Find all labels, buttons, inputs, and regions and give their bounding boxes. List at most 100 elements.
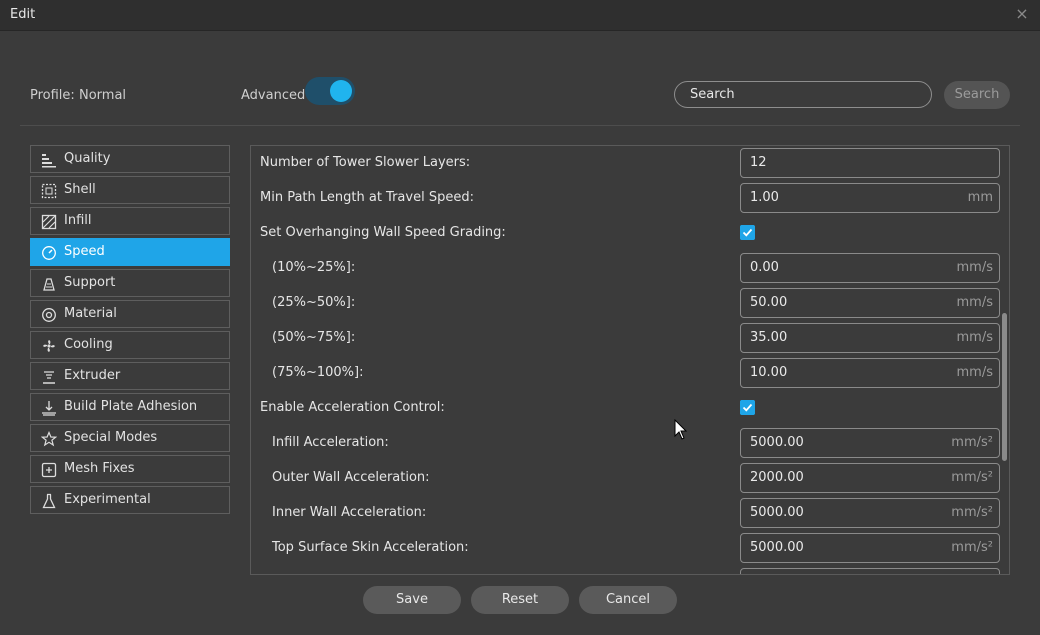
scrollbar-thumb[interactable]: [1002, 313, 1007, 461]
search-button[interactable]: Search: [944, 81, 1010, 109]
sidebar-item-label: Quality: [64, 151, 111, 166]
setting-label: Infill Acceleration:: [272, 435, 389, 450]
extruder-icon: [43, 371, 55, 384]
setting-input[interactable]: 5000.00 mm/s²: [740, 498, 1000, 528]
setting-row: Min Path Length at Travel Speed: 1.00 mm: [251, 181, 1000, 216]
window-title: Edit: [10, 7, 36, 22]
header-divider: [20, 125, 1020, 126]
sidebar-item-label: Speed: [64, 244, 105, 259]
setting-input[interactable]: 5000.00 mm/s²: [740, 428, 1000, 458]
star-icon: [41, 431, 57, 447]
sidebar-item-cooling[interactable]: Cooling: [30, 331, 230, 359]
sidebar-item-build-plate-adhesion[interactable]: Build Plate Adhesion: [30, 393, 230, 421]
setting-label: Number of Tower Slower Layers:: [260, 155, 471, 170]
setting-row: (10%~25%]: 0.00 mm/s: [251, 251, 1000, 286]
setting-label: Set Overhanging Wall Speed Grading:: [260, 225, 506, 240]
sidebar-item-label: Special Modes: [64, 430, 158, 445]
setting-value: 5000.00: [750, 435, 804, 450]
setting-label: Outer Wall Acceleration:: [272, 470, 430, 485]
sidebar-item-experimental[interactable]: Experimental: [30, 486, 230, 514]
setting-row: Enable Acceleration Control:: [251, 391, 996, 426]
setting-unit: mm/s²: [951, 540, 993, 555]
setting-row: Infill Acceleration: 5000.00 mm/s²: [251, 426, 1000, 461]
advanced-label: Advanced: [241, 88, 306, 103]
setting-checkbox[interactable]: [740, 400, 755, 415]
setting-input[interactable]: 35.00 mm/s: [740, 323, 1000, 353]
setting-value: 50.00: [750, 295, 788, 310]
support-icon: [43, 278, 55, 291]
setting-row: Number of Tower Slower Layers: 12: [251, 146, 1000, 181]
mesh-fix-icon: [41, 462, 57, 478]
profile-label: Profile:: [30, 88, 75, 103]
setting-label: (10%~25%]:: [272, 260, 356, 275]
setting-label: (75%~100%]:: [272, 365, 364, 380]
setting-row: Outer Wall Acceleration: 2000.00 mm/s²: [251, 461, 1000, 496]
search-input[interactable]: [674, 81, 932, 108]
setting-value: 5000.00: [750, 540, 804, 555]
setting-input[interactable]: 50.00 mm/s: [740, 288, 1000, 318]
setting-row: (25%~50%]: 50.00 mm/s: [251, 286, 1000, 321]
material-icon: [42, 308, 56, 322]
sidebar-item-label: Mesh Fixes: [64, 461, 135, 476]
sidebar-item-infill[interactable]: Infill: [30, 207, 230, 235]
setting-input[interactable]: [740, 568, 1000, 574]
reset-button[interactable]: Reset: [471, 586, 569, 614]
sidebar-item-speed[interactable]: Speed: [30, 238, 230, 266]
sidebar-item-shell[interactable]: Shell: [30, 176, 230, 204]
setting-unit: mm/s: [956, 365, 993, 380]
close-icon[interactable]: ×: [1014, 6, 1030, 22]
sidebar-item-label: Extruder: [64, 368, 121, 383]
setting-row: Inner Wall Acceleration: 5000.00 mm/s²: [251, 496, 1000, 531]
sidebar-item-material[interactable]: Material: [30, 300, 230, 328]
advanced-toggle[interactable]: [305, 77, 355, 105]
setting-label: Min Path Length at Travel Speed:: [260, 190, 474, 205]
cancel-button[interactable]: Cancel: [579, 586, 677, 614]
setting-unit: mm/s: [956, 330, 993, 345]
setting-input[interactable]: 5000.00 mm/s²: [740, 533, 1000, 563]
setting-row: Set Overhanging Wall Speed Grading:: [251, 216, 996, 251]
setting-input[interactable]: 2000.00 mm/s²: [740, 463, 1000, 493]
build-plate-icon: [42, 401, 56, 416]
infill-icon: [41, 214, 57, 230]
setting-input[interactable]: 10.00 mm/s: [740, 358, 1000, 388]
setting-value: 1.00: [750, 190, 779, 205]
title-bar: Edit ×: [0, 0, 1040, 31]
setting-row: (75%~100%]: 10.00 mm/s: [251, 356, 1000, 391]
save-button[interactable]: Save: [363, 586, 461, 614]
setting-label: (50%~75%]:: [272, 330, 356, 345]
sidebar-item-mesh-fixes[interactable]: Mesh Fixes: [30, 455, 230, 483]
speed-icon: [42, 246, 56, 260]
setting-unit: mm/s²: [951, 435, 993, 450]
sidebar-item-label: Build Plate Adhesion: [64, 399, 198, 414]
setting-label: (25%~50%]:: [272, 295, 356, 310]
setting-input[interactable]: 12: [740, 148, 1000, 178]
settings-panel: Number of Tower Slower Layers: 12 Min Path…: [250, 145, 1010, 575]
sidebar-item-label: Experimental: [64, 492, 151, 507]
flask-icon: [42, 493, 56, 509]
sidebar-item-quality[interactable]: Quality: [30, 145, 230, 173]
cooling-fan-icon: [43, 340, 55, 352]
sidebar-item-special-modes[interactable]: Special Modes: [30, 424, 230, 452]
setting-value: 10.00: [750, 365, 788, 380]
mouse-cursor-icon: [674, 419, 688, 440]
setting-unit: mm/s²: [951, 505, 993, 520]
setting-value: 35.00: [750, 330, 788, 345]
sidebar-item-label: Cooling: [64, 337, 113, 352]
setting-checkbox[interactable]: [740, 225, 755, 240]
setting-value: 12: [750, 155, 767, 170]
sidebar-item-extruder[interactable]: Extruder: [30, 362, 230, 390]
setting-input[interactable]: 0.00 mm/s: [740, 253, 1000, 283]
setting-value: 2000.00: [750, 470, 804, 485]
sidebar-item-support[interactable]: Support: [30, 269, 230, 297]
setting-row: [251, 566, 1000, 574]
setting-row: Top Surface Skin Acceleration: 5000.00 mm/…: [251, 531, 1000, 566]
setting-row: (50%~75%]: 35.00 mm/s: [251, 321, 1000, 356]
sidebar-item-label: Support: [64, 275, 116, 290]
setting-label: Inner Wall Acceleration:: [272, 505, 427, 520]
setting-label: Top Surface Skin Acceleration:: [272, 540, 469, 555]
sidebar-item-label: Infill: [64, 213, 92, 228]
quality-icon: [42, 154, 56, 168]
setting-input[interactable]: 1.00 mm: [740, 183, 1000, 213]
setting-unit: mm/s²: [951, 470, 993, 485]
setting-label: Enable Acceleration Control:: [260, 400, 445, 415]
